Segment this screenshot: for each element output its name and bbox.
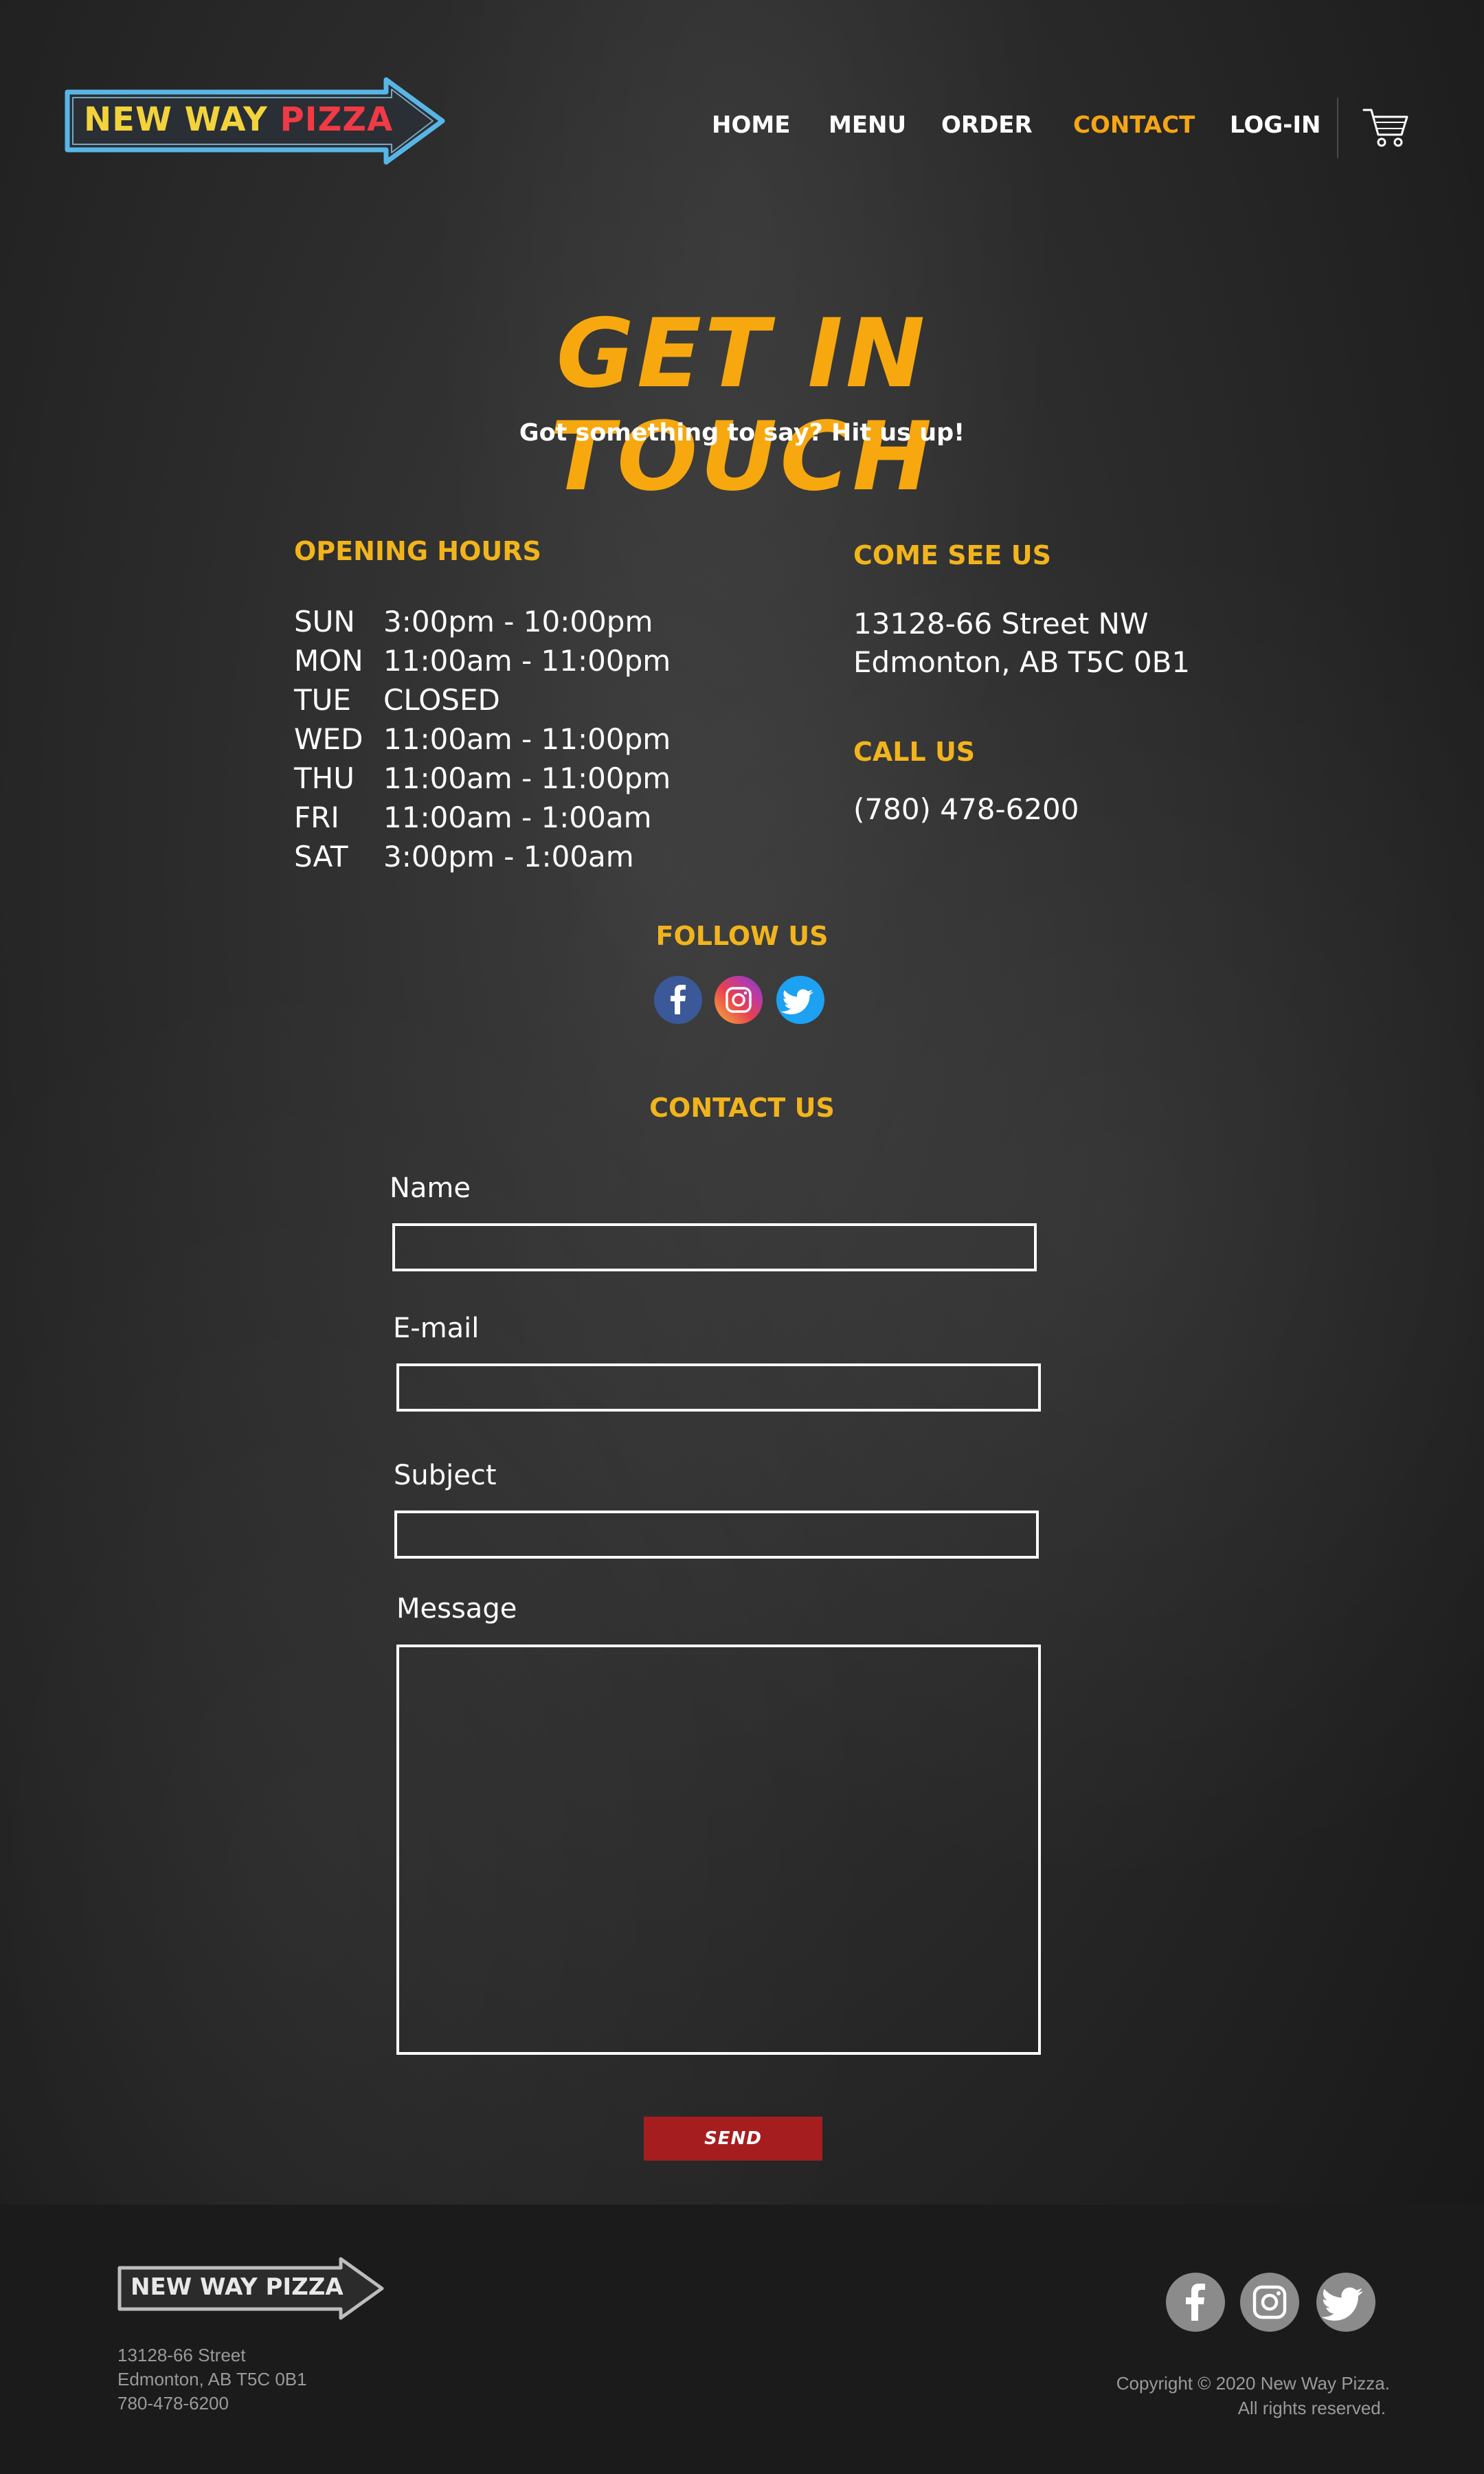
hours-day: TUE (294, 683, 351, 717)
email-field[interactable] (396, 1363, 1041, 1412)
footer-address-line-2: Edmonton, AB T5C 0B1 (117, 2369, 307, 2389)
shopping-cart-icon (1362, 109, 1408, 147)
hours-time: 3:00pm - 10:00pm (383, 605, 653, 638)
send-button[interactable]: SEND (644, 2117, 822, 2161)
footer-address-line-1: 13128-66 Street (117, 2345, 246, 2365)
name-label: Name (390, 1172, 471, 1204)
facebook-icon (671, 985, 686, 1014)
name-field[interactable] (392, 1223, 1037, 1271)
footer-copyright: Copyright © 2020 New Way Pizza. (1116, 2373, 1390, 2394)
hours-row: WED 11:00am - 11:00pm (294, 720, 671, 759)
footer-rights: All rights reserved. (1237, 2398, 1386, 2418)
subject-label: Subject (394, 1460, 497, 1491)
hours-day: THU (294, 761, 355, 795)
footer-twitter-link[interactable] (1316, 2273, 1375, 2332)
hours-time: 11:00am - 11:00pm (383, 722, 671, 756)
hours-row: SAT 3:00pm - 1:00am (294, 837, 671, 876)
follow-us-heading: FOLLOW US (655, 921, 829, 951)
cart-button[interactable] (1362, 104, 1410, 150)
hours-row: FRI 11:00am - 1:00am (294, 798, 671, 837)
subject-field[interactable] (394, 1511, 1039, 1559)
instagram-icon (726, 987, 752, 1013)
nav-divider (1337, 98, 1338, 158)
contact-us-heading: CONTACT US (649, 1093, 835, 1123)
facebook-icon (1186, 2284, 1205, 2321)
page-subtitle: Got something to say? Hit us up! (519, 419, 965, 447)
footer-logo-text: NEW WAY PIZZA (131, 2273, 344, 2301)
call-us-heading: CALL US (853, 737, 976, 767)
nav-login[interactable]: LOG-IN (1230, 111, 1320, 146)
address-line-2: Edmonton, AB T5C 0B1 (853, 645, 1191, 679)
hours-time: 3:00pm - 1:00am (383, 840, 634, 873)
address-line-1: 13128-66 Street NW (853, 607, 1149, 640)
message-field[interactable] (396, 1645, 1041, 2055)
location-heading: COME SEE US (853, 540, 1051, 570)
page-title: GET IN TOUCH (549, 298, 935, 512)
hours-row: MON 11:00am - 11:00pm (294, 641, 671, 680)
logo-word-pizza: PIZZA (280, 100, 394, 139)
hours-time: 11:00am - 11:00pm (383, 644, 671, 678)
opening-hours-list: SUN 3:00pm - 10:00pm MON 11:00am - 11:00pm… (294, 602, 671, 876)
phone-number[interactable]: (780) 478-6200 (853, 790, 1079, 829)
footer-logo[interactable]: NEW WAY PIZZA (117, 2257, 386, 2320)
email-label: E-mail (393, 1313, 480, 1344)
footer (0, 2205, 1484, 2474)
hours-time: 11:00am - 1:00am (383, 801, 652, 834)
instagram-link[interactable] (715, 976, 763, 1024)
twitter-icon (1321, 2287, 1363, 2321)
logo-text: NEW WAY PIZZA (84, 100, 393, 139)
footer-phone: 780-478-6200 (117, 2393, 229, 2414)
twitter-icon (780, 989, 813, 1014)
hours-day: FRI (294, 801, 339, 834)
nav-order[interactable]: ORDER (941, 111, 1033, 146)
hours-row: SUN 3:00pm - 10:00pm (294, 602, 671, 641)
nav-menu[interactable]: MENU (829, 111, 906, 146)
hours-time: CLOSED (383, 683, 500, 717)
facebook-link[interactable] (654, 976, 702, 1024)
instagram-icon (1252, 2285, 1287, 2319)
footer-facebook-link[interactable] (1166, 2273, 1225, 2332)
hours-day: SUN (294, 605, 355, 638)
footer-instagram-link[interactable] (1240, 2273, 1299, 2332)
nav-home[interactable]: HOME (712, 111, 790, 146)
hours-day: WED (294, 722, 363, 756)
hours-day: MON (294, 644, 363, 678)
hours-row: TUE CLOSED (294, 680, 671, 720)
nav-contact[interactable]: CONTACT (1073, 111, 1195, 146)
logo-word-new-way: NEW WAY (84, 100, 268, 139)
hours-time: 11:00am - 11:00pm (383, 761, 671, 795)
message-label: Message (396, 1593, 517, 1625)
hours-row: THU 11:00am - 11:00pm (294, 759, 671, 798)
twitter-link[interactable] (776, 976, 824, 1024)
opening-hours-heading: OPENING HOURS (294, 536, 541, 566)
logo[interactable]: NEW WAY PIZZA (63, 77, 448, 165)
hours-day: SAT (294, 840, 348, 873)
